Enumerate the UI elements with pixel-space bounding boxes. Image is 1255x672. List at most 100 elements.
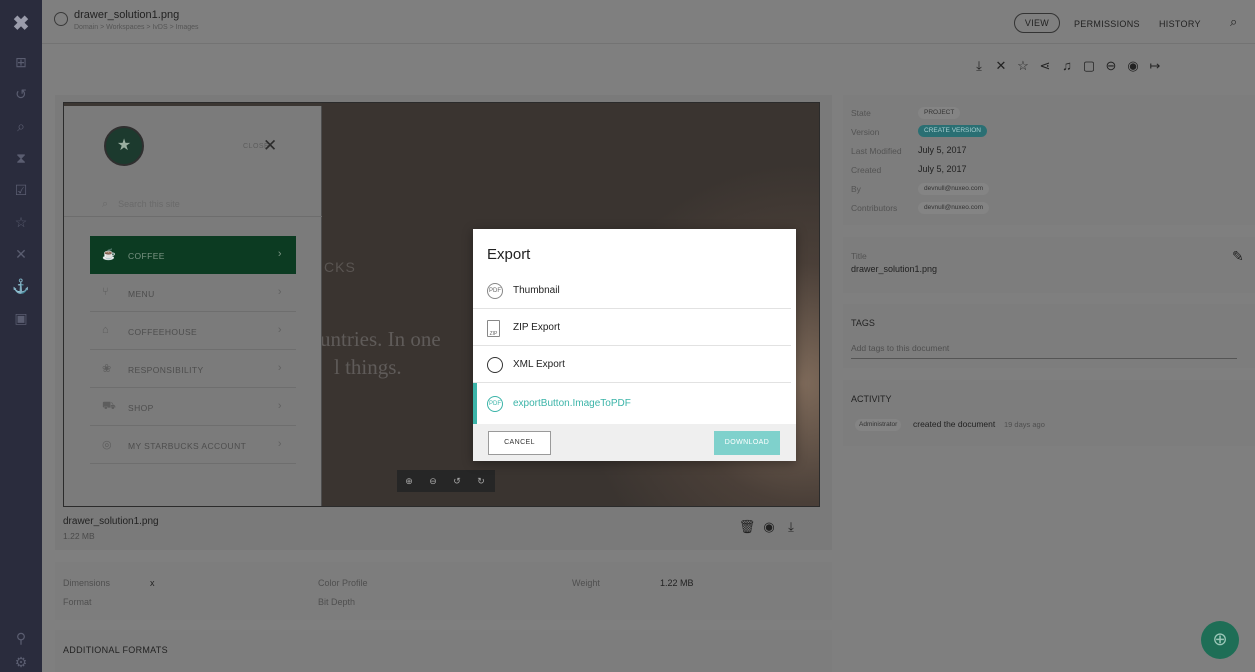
compare-icon[interactable]: ✕ [990, 58, 1012, 74]
menu-item-shop: ⛟ SHOP › [90, 388, 296, 426]
clipboard-icon[interactable]: ▣ [0, 308, 42, 328]
xml-icon [487, 357, 503, 373]
eye-icon[interactable]: ◉ [1122, 58, 1144, 74]
cancel-button[interactable]: CANCEL [488, 431, 551, 455]
by-label: By [851, 184, 861, 194]
dimensions-label: Dimensions [63, 578, 111, 588]
format-label: Format [63, 597, 92, 607]
rotate-left-icon[interactable]: ↺ [445, 470, 469, 492]
preview-brand-text: CKS [324, 259, 356, 275]
file-name: drawer_solution1.png [63, 516, 159, 527]
menu-item-coffee: ☕ COFFEE › [90, 236, 296, 274]
sitemap-icon[interactable]: ⊞ [0, 52, 42, 72]
file-size: 1.22 MB [63, 531, 95, 541]
clipboard-icon[interactable]: ▢ [1078, 58, 1100, 74]
download-button[interactable]: DOWNLOAD [714, 431, 780, 455]
menu-item-responsibility: ❀ RESPONSIBILITY › [90, 350, 296, 388]
close-icon: ✕ [263, 136, 278, 155]
store-icon: ⌂ [102, 324, 110, 336]
star-icon[interactable]: ☆ [0, 212, 42, 232]
plus-icon: ⊕ [1212, 629, 1228, 649]
history-icon[interactable]: ↺ [0, 84, 42, 104]
cart-icon: ⛟ [102, 400, 117, 412]
download-icon[interactable]: ⤓ [780, 519, 802, 535]
anchor-icon[interactable]: ⚓ [0, 276, 42, 296]
search-icon[interactable]: ⌕ [0, 116, 42, 136]
zoom-in-icon[interactable]: ⊕ [397, 470, 421, 492]
activity-user-badge[interactable]: Administrator [855, 419, 902, 431]
additional-formats-panel [55, 630, 832, 672]
search-placeholder: Search this site [118, 199, 180, 209]
user-circle-icon: ◎ [102, 439, 112, 451]
export-option-xml[interactable]: XML Export [473, 346, 791, 383]
download-icon[interactable]: ⤓ [968, 58, 990, 74]
bell-icon[interactable]: ♫ [1056, 58, 1078, 73]
menu-item-account: ◎ MY STARBUCKS ACCOUNT › [90, 426, 296, 464]
export-option-label: ZIP Export [513, 322, 561, 333]
cup-icon: ☕ [102, 249, 117, 261]
pdf-icon: PDF [487, 283, 503, 299]
weight-value: 1.22 MB [660, 578, 694, 588]
search-field: ⌕ Search this site [102, 198, 180, 211]
preview-text-line: untries. In one [320, 327, 441, 351]
activity-action: created the document [913, 419, 996, 429]
export-option-zip[interactable]: ZIP ZIP Export [473, 309, 791, 346]
additional-formats-label[interactable]: ADDITIONAL FORMATS [63, 645, 168, 655]
nuxeo-logo-icon[interactable]: ✖ [0, 14, 42, 34]
tags-input[interactable]: Add tags to this document [851, 343, 1237, 359]
zoom-out-icon[interactable]: ⊖ [421, 470, 445, 492]
starbucks-logo: ★ [104, 126, 144, 166]
menu-item-label: COFFEE [128, 251, 165, 261]
leaf-icon: ❀ [102, 363, 112, 375]
state-badge: PROJECT [918, 107, 961, 119]
menu-item-label: SHOP [128, 403, 154, 413]
edit-pencil-icon[interactable]: ✎ [1232, 248, 1244, 265]
created-label: Created [851, 165, 882, 175]
activity-time: 19 days ago [1004, 420, 1045, 429]
document-header: drawer_solution1.png Domain > Workspaces… [42, 0, 1255, 44]
settings-icon[interactable]: ⚙ [0, 652, 42, 672]
export-option-label: XML Export [513, 359, 565, 370]
trash-icon[interactable]: 🗑 [736, 519, 758, 535]
breadcrumb[interactable]: Domain > Workspaces > IvDS > Images [74, 24, 199, 31]
created-value: July 5, 2017 [918, 164, 967, 174]
export-option-thumbnail[interactable]: PDF Thumbnail [473, 272, 791, 309]
file-actions: 🗑 ◉ ⤓ [736, 519, 802, 535]
org-chart-icon[interactable]: ⚲ [0, 628, 42, 648]
tab-permissions[interactable]: PERMISSIONS [1074, 19, 1140, 29]
export-option-image-to-pdf[interactable]: PDF exportButton.ImageToPDF [473, 383, 791, 424]
create-version-button[interactable]: CREATE VERSION [918, 125, 987, 137]
chevron-right-icon: › [277, 438, 282, 450]
chevron-right-icon: › [277, 248, 282, 260]
author-badge[interactable]: devnull@nuxeo.com [918, 183, 989, 195]
tasks-icon[interactable]: ☑ [0, 180, 42, 200]
share-icon[interactable]: ⋖ [1034, 58, 1056, 74]
chevron-right-icon: › [277, 362, 282, 374]
dimensions-value: x [150, 578, 155, 588]
menu-item-label: MENU [128, 289, 155, 299]
compare-icon[interactable]: ✕ [0, 244, 42, 264]
last-modified-value: July 5, 2017 [918, 145, 967, 155]
rotate-right-icon[interactable]: ↻ [469, 470, 493, 492]
state-label: State [851, 108, 871, 118]
search-icon[interactable]: ⌕ [1230, 14, 1237, 30]
star-icon[interactable]: ☆ [1012, 58, 1034, 74]
document-toolbar: ⤓ ✕ ☆ ⋖ ♫ ▢ ⊖ ◉ ↦ [968, 58, 1166, 78]
hourglass-icon[interactable]: ⧗ [0, 148, 42, 168]
eye-icon[interactable]: ◉ [758, 519, 780, 535]
pdf-icon: PDF [487, 396, 503, 412]
create-document-button[interactable]: ⊕ [1201, 621, 1239, 659]
export-icon[interactable]: ↦ [1144, 58, 1166, 74]
lock-icon[interactable]: ⊖ [1100, 58, 1122, 74]
contributor-badge[interactable]: devnull@nuxeo.com [918, 202, 989, 214]
tab-history[interactable]: HISTORY [1159, 19, 1201, 29]
zip-icon: ZIP [487, 320, 500, 337]
activity-panel [843, 380, 1255, 446]
export-option-label: exportButton.ImageToPDF [513, 398, 631, 409]
weight-label: Weight [572, 578, 600, 588]
title-label: Title [851, 251, 867, 261]
menu-item-label: COFFEEHOUSE [128, 327, 198, 337]
tab-view[interactable]: VIEW [1014, 13, 1060, 33]
menu-item-menu: ⑂ MENU › [90, 274, 296, 312]
divider [64, 216, 322, 217]
